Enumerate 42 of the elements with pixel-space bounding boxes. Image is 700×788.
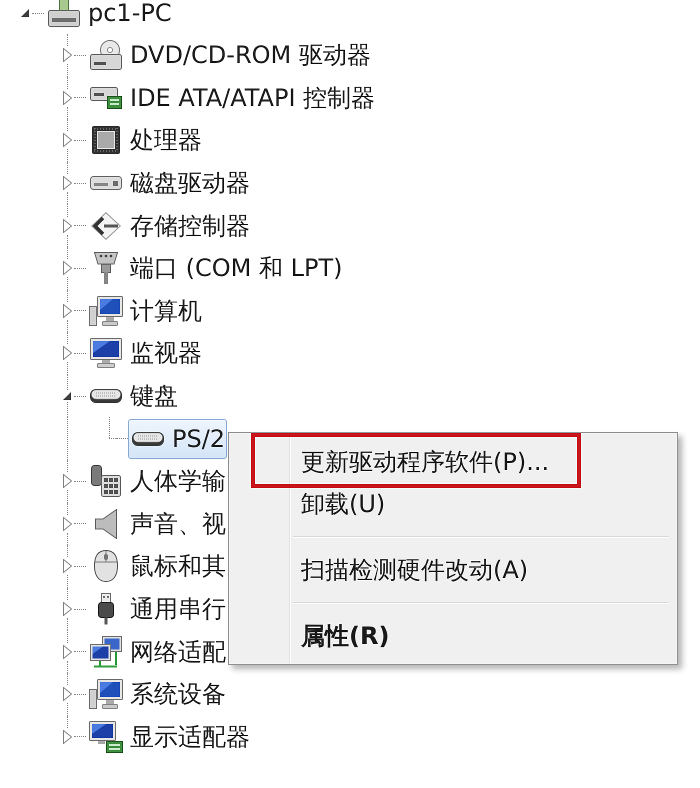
tree-item[interactable]: 系统设备: [86, 674, 228, 714]
plug-icon: [94, 252, 118, 284]
tree-item[interactable]: 显示适配器: [86, 716, 252, 757]
tree-item[interactable]: 网络适配: [86, 632, 228, 672]
tree-item[interactable]: 存储控制器: [86, 206, 252, 246]
tree-item[interactable]: 声音、视: [86, 504, 228, 544]
tree-item[interactable]: 端口 (COM 和 LPT): [86, 248, 344, 288]
two-monitors-icon: [90, 636, 122, 668]
drive-card-icon: [90, 86, 122, 109]
tree-item[interactable]: PS/2: [128, 418, 228, 459]
diamond-arrow-icon: [91, 212, 121, 240]
tree-item[interactable]: 通用串行: [86, 589, 228, 630]
usb-plug-icon: [98, 593, 114, 626]
disc-drive-icon: [90, 40, 122, 70]
tree-item[interactable]: pc1-PC: [44, 0, 174, 26]
chip-icon: [92, 126, 120, 154]
keyboard-icon: [90, 389, 122, 404]
tree-item[interactable]: 键盘: [86, 376, 180, 416]
menu-item[interactable]: 卸载(U): [229, 483, 677, 525]
keypad-icon: [91, 465, 121, 498]
menu-item[interactable]: 更新驱动程序软件(P)...: [229, 441, 677, 483]
computer-icon: [89, 679, 123, 710]
speaker-icon: [95, 508, 117, 539]
menu-item[interactable]: 属性(R): [229, 615, 677, 657]
tree-item[interactable]: 磁盘驱动器: [86, 163, 252, 204]
tree-item[interactable]: IDE ATA/ATAPI 控制器: [86, 78, 378, 118]
expander-icon[interactable]: [21, 9, 29, 17]
computer-icon: [89, 296, 123, 326]
tree-item[interactable]: 处理器: [86, 120, 204, 160]
expander-icon[interactable]: [63, 392, 71, 400]
tree-item[interactable]: 计算机: [86, 290, 204, 331]
monitor-card-icon: [89, 720, 123, 753]
keyboard-icon: [132, 432, 164, 446]
drive-icon: [90, 176, 122, 190]
mouse-icon: [94, 550, 118, 582]
tree-item[interactable]: 监视器: [86, 333, 204, 374]
tree-item[interactable]: 鼠标和其: [86, 546, 228, 586]
menu-item[interactable]: 扫描检测硬件改动(A): [229, 549, 677, 591]
device-icon: [48, 0, 80, 27]
tree-item[interactable]: 人体学输: [86, 461, 228, 502]
monitor-icon: [90, 338, 122, 368]
tree-item[interactable]: DVD/CD-ROM 驱动器: [86, 35, 373, 76]
